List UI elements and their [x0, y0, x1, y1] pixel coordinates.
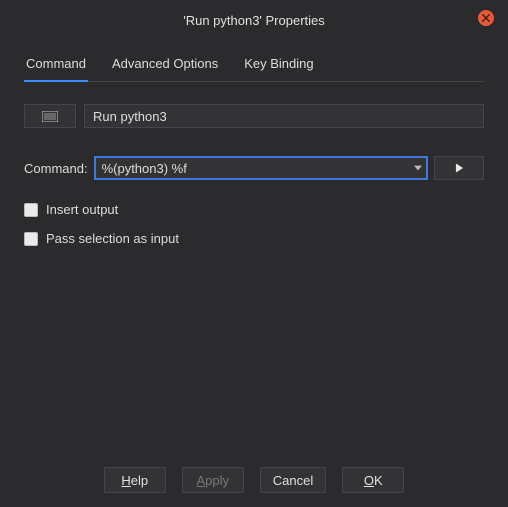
ok-rest: K: [374, 473, 383, 488]
run-button[interactable]: [434, 156, 484, 180]
close-button[interactable]: [478, 10, 494, 26]
checkbox-box: [24, 232, 38, 246]
tab-command[interactable]: Command: [24, 48, 88, 81]
command-row: Command:: [24, 156, 484, 180]
insert-output-checkbox[interactable]: Insert output: [24, 202, 484, 217]
help-button[interactable]: Help: [104, 467, 166, 493]
tab-advanced-options[interactable]: Advanced Options: [110, 48, 220, 81]
pass-selection-label: Pass selection as input: [46, 231, 179, 246]
command-combobox[interactable]: [94, 156, 428, 180]
checkbox-box: [24, 203, 38, 217]
apply-rest: pply: [205, 473, 229, 488]
tab-key-binding[interactable]: Key Binding: [242, 48, 315, 81]
command-input[interactable]: [94, 156, 428, 180]
close-icon: [482, 14, 490, 22]
ok-button[interactable]: OK: [342, 467, 404, 493]
titlebar: 'Run python3' Properties: [0, 0, 508, 40]
pass-selection-checkbox[interactable]: Pass selection as input: [24, 231, 484, 246]
button-bar: Help Apply Cancel OK: [0, 467, 508, 493]
play-icon: [455, 163, 464, 173]
help-rest: elp: [131, 473, 148, 488]
tab-bar: Command Advanced Options Key Binding: [24, 48, 484, 82]
cancel-button[interactable]: Cancel: [260, 467, 326, 493]
tool-icon-button[interactable]: [24, 104, 76, 128]
name-input[interactable]: [84, 104, 484, 128]
dialog-content: Command Advanced Options Key Binding Com…: [0, 48, 508, 246]
checkbox-group: Insert output Pass selection as input: [24, 202, 484, 246]
name-row: [24, 104, 484, 128]
window-title: 'Run python3' Properties: [183, 13, 325, 28]
terminal-icon: [42, 111, 58, 122]
command-label: Command:: [24, 161, 88, 176]
insert-output-label: Insert output: [46, 202, 118, 217]
apply-button[interactable]: Apply: [182, 467, 244, 493]
